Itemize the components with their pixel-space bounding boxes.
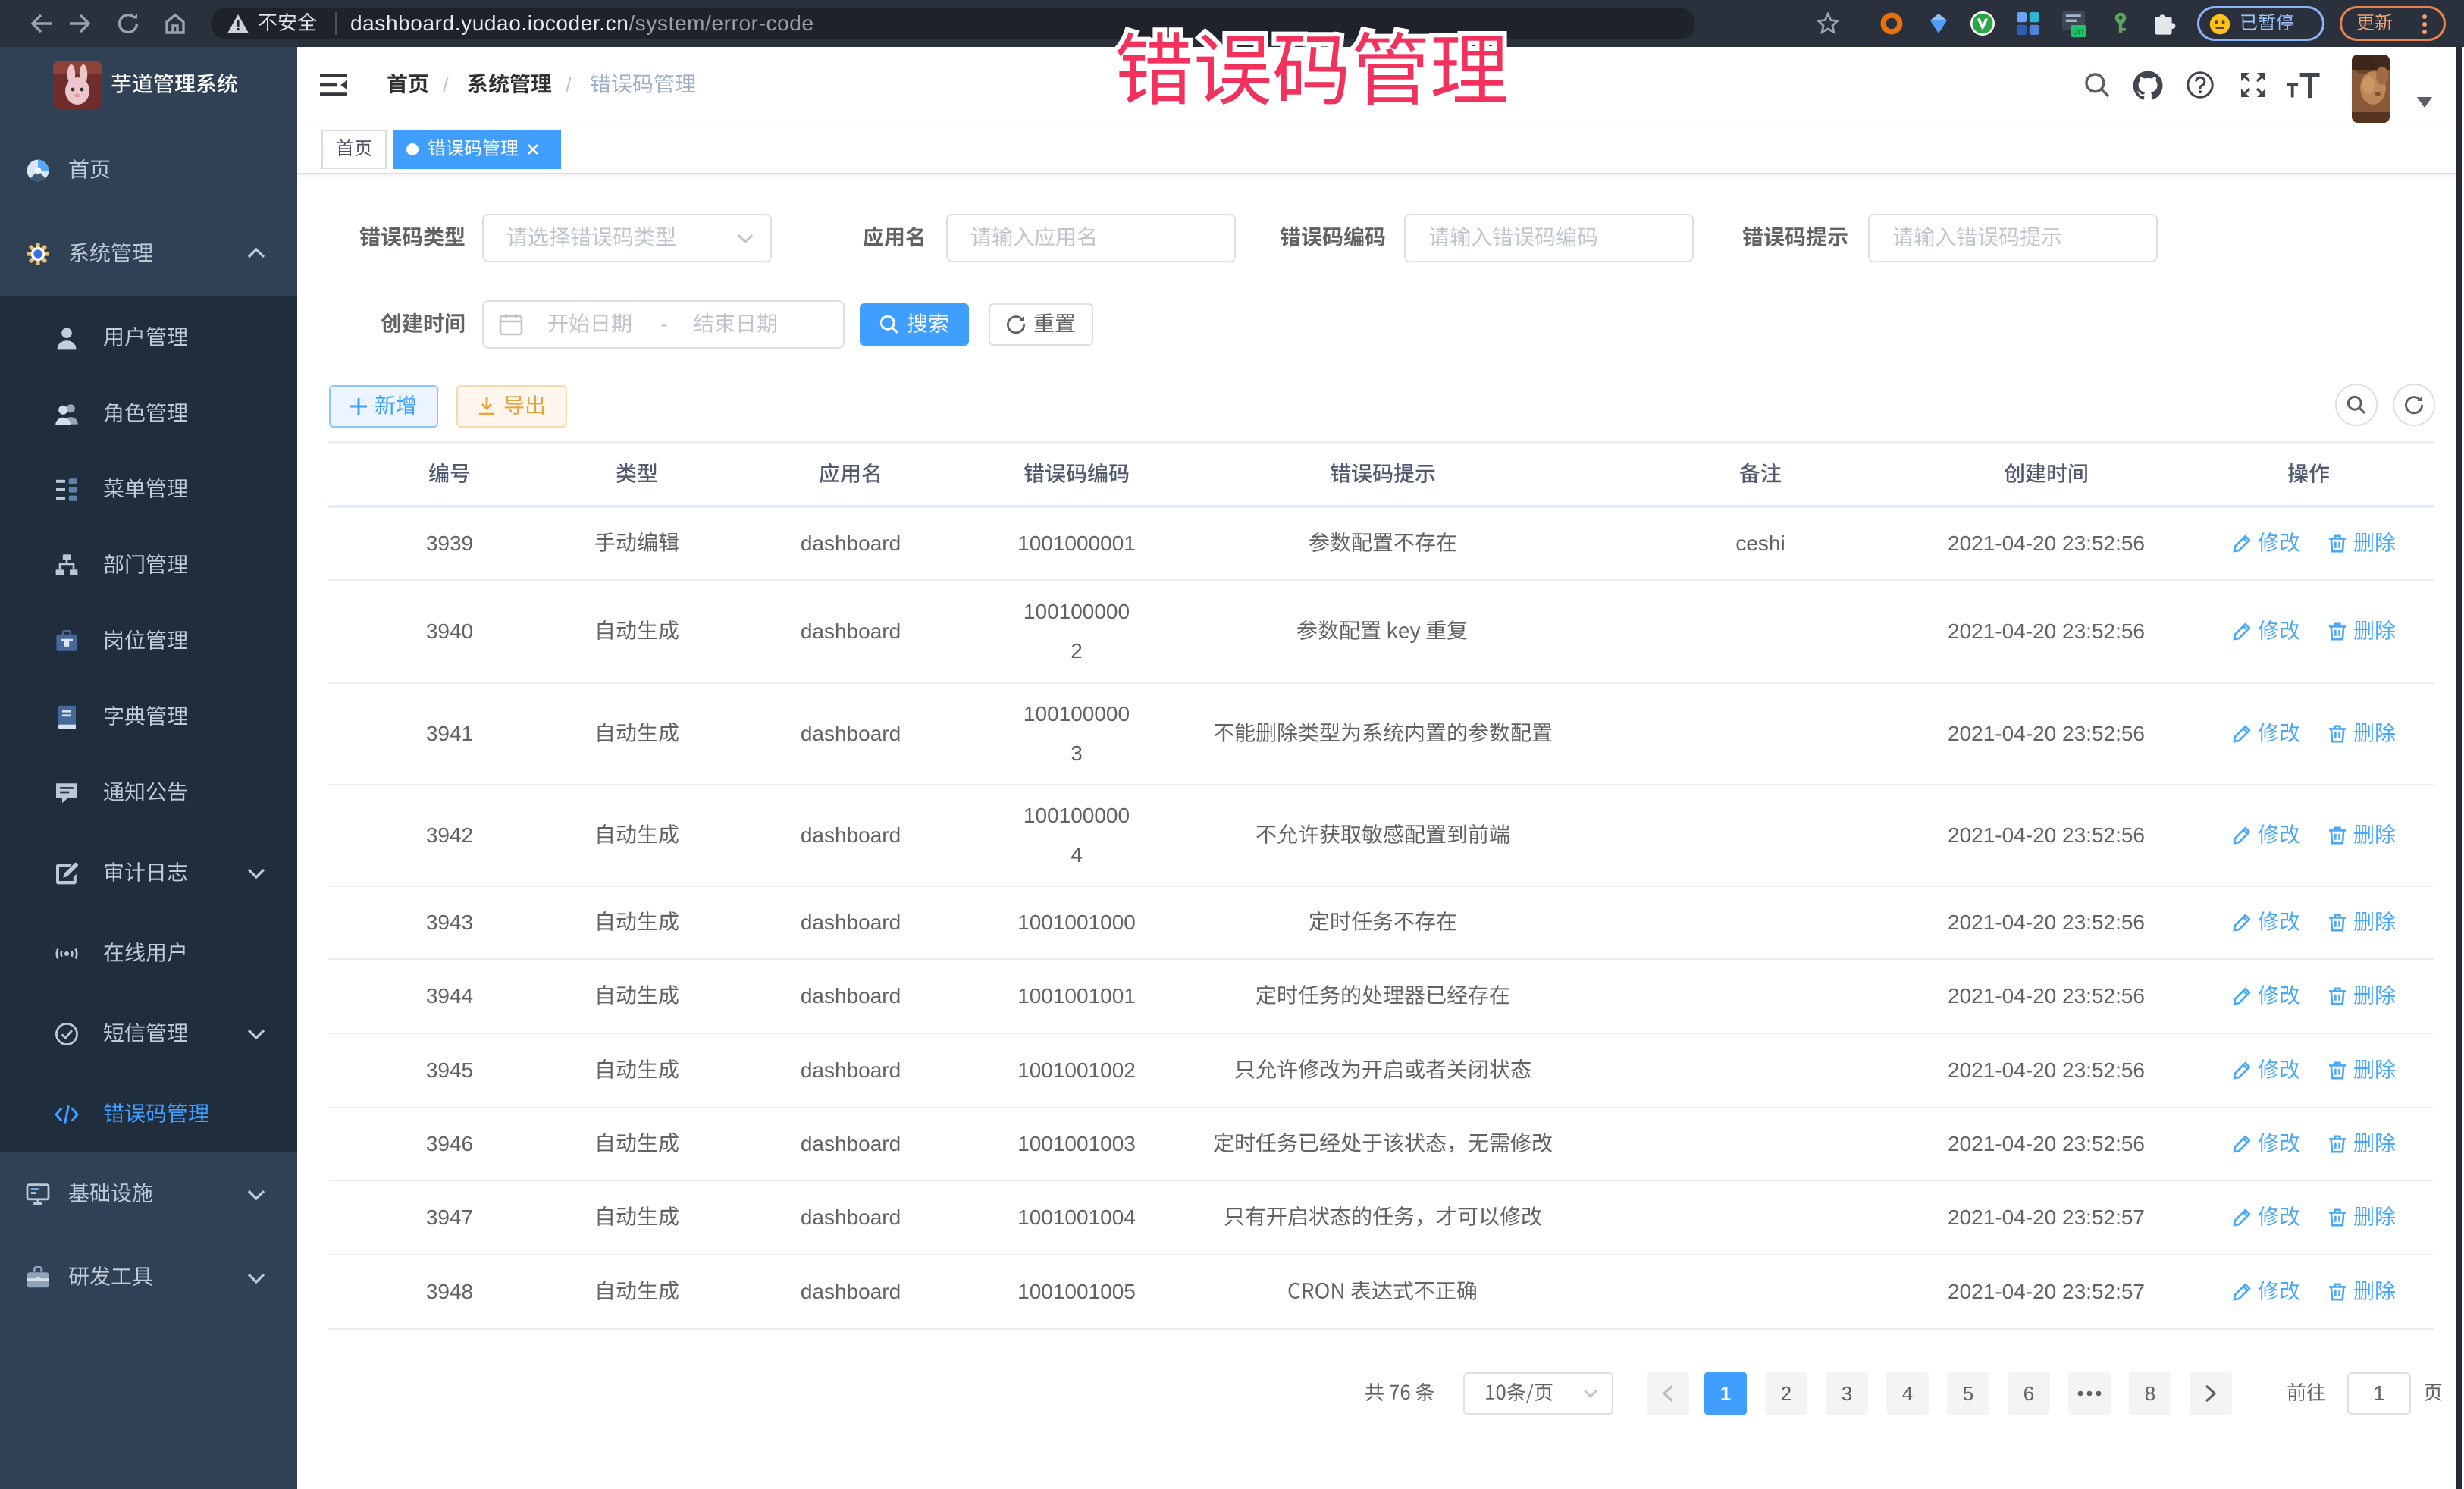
- svg-text:on: on: [2073, 25, 2083, 36]
